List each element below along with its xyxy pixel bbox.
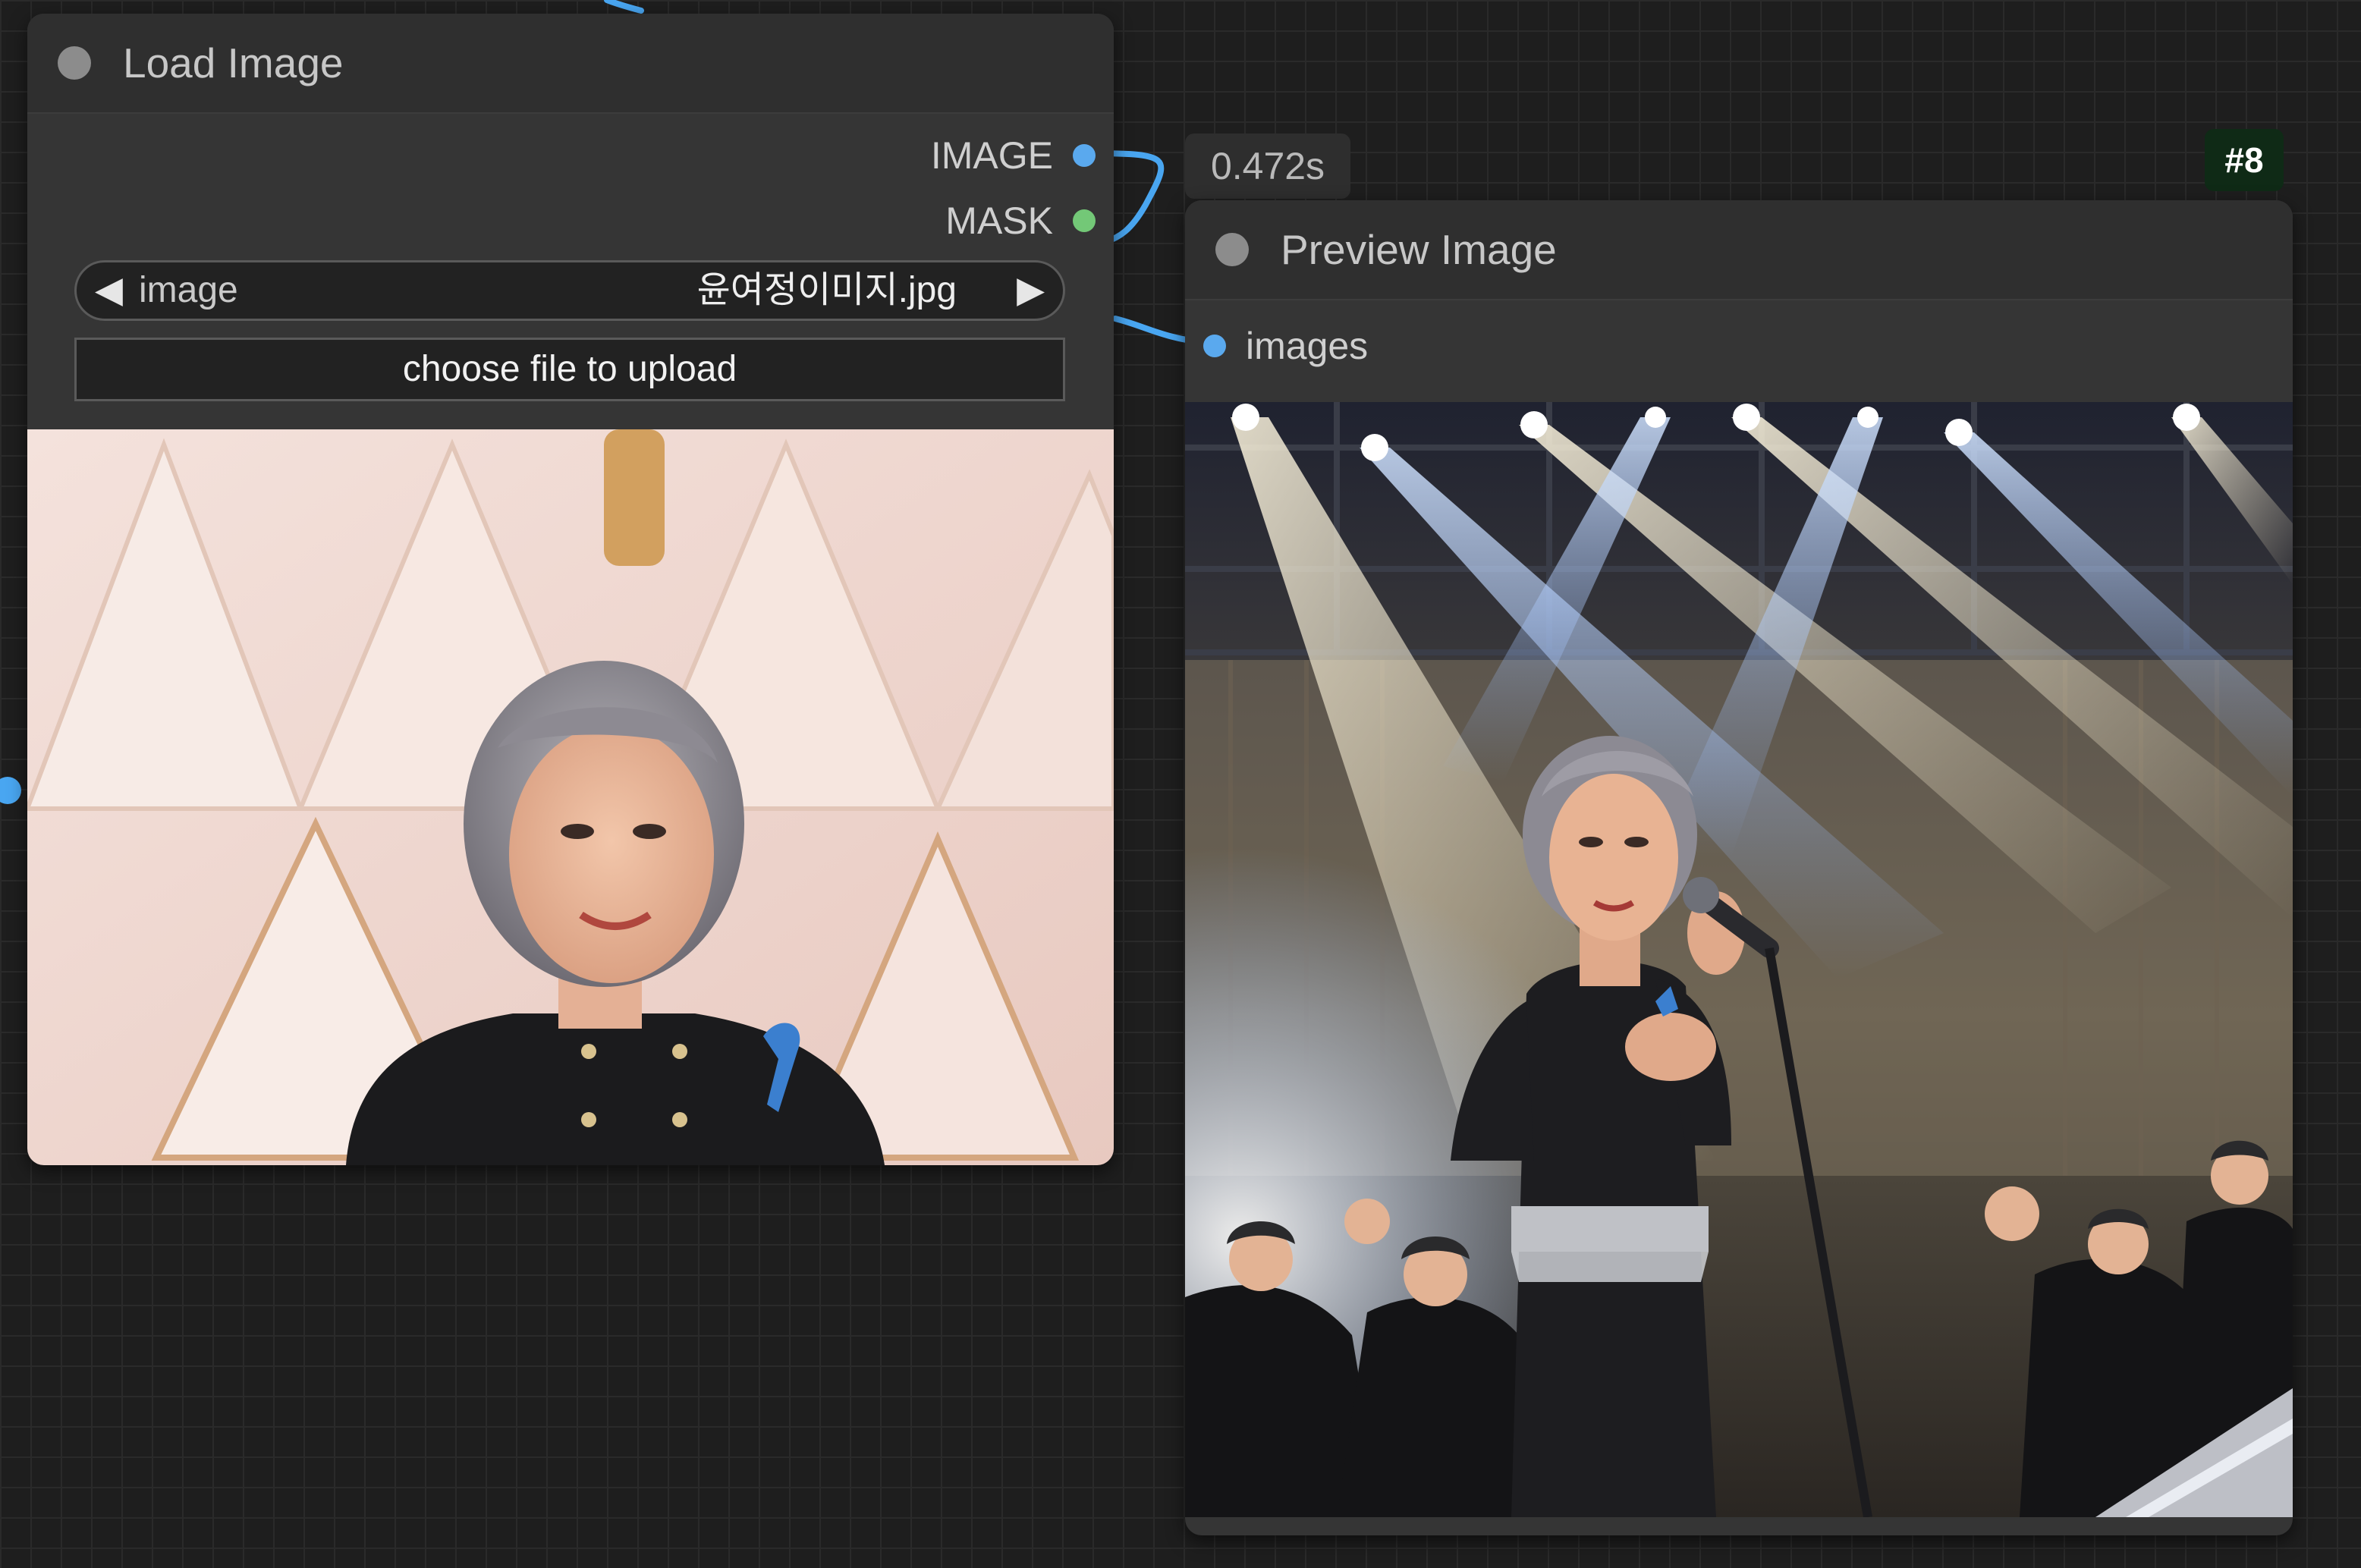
slot-dot-icon[interactable] <box>1203 335 1226 357</box>
node-title: Load Image <box>123 39 344 86</box>
output-image-preview <box>1185 402 2293 1517</box>
prev-arrow-icon[interactable]: ◀ <box>95 262 123 319</box>
slot-dot-icon[interactable] <box>1073 144 1096 167</box>
output-slot-mask[interactable]: MASK <box>945 194 1096 247</box>
preview-image-title-bar[interactable]: Preview Image <box>1185 200 2293 300</box>
output-slot-image[interactable]: IMAGE <box>931 129 1096 182</box>
load-image-title-bar[interactable]: Load Image <box>27 14 1114 114</box>
input-slot-images[interactable]: images <box>1203 319 1368 372</box>
widget-name: image <box>139 270 238 310</box>
concert-stage-photo-icon <box>1185 402 2293 1517</box>
execution-time-badge: 0.472s <box>1185 134 1350 199</box>
incoming-link-wire <box>604 0 644 14</box>
load-image-node[interactable]: Load Image IMAGE MASK ◀ image 윤여정이미지.jpg… <box>27 14 1114 1165</box>
portrait-photo-icon <box>27 429 1114 1165</box>
output-label-image: IMAGE <box>930 134 1053 177</box>
upload-button[interactable]: choose file to upload <box>74 338 1065 401</box>
workflow-canvas[interactable]: Load Image IMAGE MASK ◀ image 윤여정이미지.jpg… <box>0 0 2361 1568</box>
loaded-image-preview <box>27 429 1114 1165</box>
image-select-widget[interactable]: ◀ image 윤여정이미지.jpg ▶ <box>74 260 1065 321</box>
collapse-dot-icon[interactable] <box>1215 233 1249 266</box>
next-arrow-icon[interactable]: ▶ <box>1017 262 1045 319</box>
node-title: Preview Image <box>1281 226 1557 273</box>
node-id-badge: #8 <box>2205 129 2284 191</box>
offscreen-link-dot <box>0 777 21 804</box>
widget-value: 윤여정이미지.jpg <box>696 270 957 310</box>
collapse-dot-icon[interactable] <box>58 46 91 80</box>
preview-image-node[interactable]: Preview Image images <box>1185 200 2293 1535</box>
input-label-images: images <box>1246 325 1369 367</box>
output-label-mask: MASK <box>945 200 1053 242</box>
slot-dot-icon[interactable] <box>1073 209 1096 232</box>
